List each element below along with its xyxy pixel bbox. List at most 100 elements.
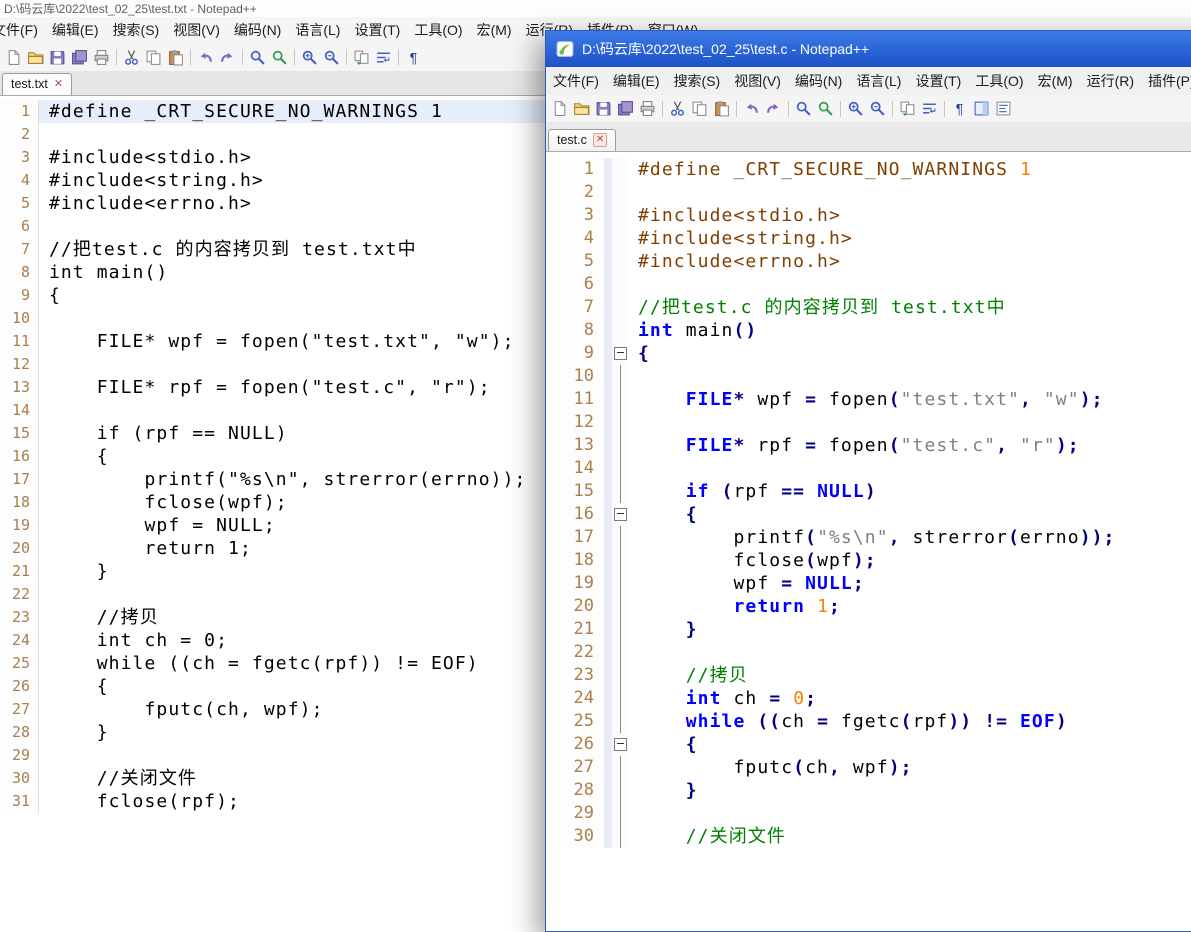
code-line[interactable]: 13 FILE* rpf = fopen("test.c", "r"); bbox=[546, 434, 1191, 457]
code-line[interactable]: 2 bbox=[546, 181, 1191, 204]
code-line[interactable]: 14 bbox=[546, 457, 1191, 480]
find-button[interactable] bbox=[793, 98, 814, 119]
zoom-out-button[interactable] bbox=[867, 98, 888, 119]
fg-menu-item[interactable]: 视图(V) bbox=[727, 67, 788, 95]
code-line[interactable]: 9{ bbox=[546, 342, 1191, 365]
fg-menu-item[interactable]: 文件(F) bbox=[546, 67, 606, 95]
zoom-out-button[interactable] bbox=[321, 47, 342, 68]
sync-scroll-v-button[interactable] bbox=[351, 47, 372, 68]
code-line[interactable]: 17 printf("%s\n", strerror(errno)); bbox=[546, 526, 1191, 549]
find-button[interactable] bbox=[247, 47, 268, 68]
cut-button[interactable] bbox=[667, 98, 688, 119]
code-line[interactable]: 4#include<string.h> bbox=[546, 227, 1191, 250]
open-folder-button[interactable] bbox=[571, 98, 592, 119]
code-line[interactable]: 1#define _CRT_SECURE_NO_WARNINGS 1 bbox=[546, 158, 1191, 181]
code-line[interactable]: 3#include<stdio.h> bbox=[546, 204, 1191, 227]
tab-test-txt[interactable]: test.txt ✕ bbox=[2, 73, 72, 95]
undo-button[interactable] bbox=[195, 47, 216, 68]
code-line[interactable]: 27 fputc(ch, wpf); bbox=[546, 756, 1191, 779]
code-text bbox=[628, 802, 1191, 825]
bg-menu-item[interactable]: 搜索(S) bbox=[106, 16, 167, 44]
doc-map-button[interactable] bbox=[971, 98, 992, 119]
code-line[interactable]: 30 //关闭文件 bbox=[546, 825, 1191, 848]
show-symbols-button[interactable]: ¶ bbox=[403, 47, 424, 68]
tab-close-icon[interactable]: ✕ bbox=[54, 79, 63, 90]
code-line[interactable]: 23 //拷贝 bbox=[546, 664, 1191, 687]
open-folder-button[interactable] bbox=[25, 47, 46, 68]
sync-scroll-v-button[interactable] bbox=[897, 98, 918, 119]
paste-button[interactable] bbox=[165, 47, 186, 68]
fg-menu-item[interactable]: 搜索(S) bbox=[667, 67, 728, 95]
zoom-in-button[interactable] bbox=[299, 47, 320, 68]
fg-menu-item[interactable]: 语言(L) bbox=[849, 67, 908, 95]
fg-menu-item[interactable]: 编辑(E) bbox=[606, 67, 667, 95]
find-replace-button[interactable] bbox=[815, 98, 836, 119]
code-line[interactable]: 15 if (rpf == NULL) bbox=[546, 480, 1191, 503]
print-button[interactable] bbox=[91, 47, 112, 68]
bg-menu-item[interactable]: 文件(F) bbox=[0, 16, 45, 44]
bg-menu-item[interactable]: 语言(L) bbox=[288, 16, 347, 44]
bg-menu-item[interactable]: 宏(M) bbox=[470, 16, 519, 44]
bg-menu-item[interactable]: 工具(O) bbox=[407, 16, 469, 44]
bg-menu-item[interactable]: 编码(N) bbox=[227, 16, 288, 44]
function-list-button[interactable] bbox=[993, 98, 1014, 119]
code-line[interactable]: 18 fclose(wpf); bbox=[546, 549, 1191, 572]
new-file-button[interactable] bbox=[549, 98, 570, 119]
code-line[interactable]: 19 wpf = NULL; bbox=[546, 572, 1191, 595]
bg-menu-item[interactable]: 视图(V) bbox=[166, 16, 227, 44]
save-button[interactable] bbox=[47, 47, 68, 68]
code-line[interactable]: 24 int ch = 0; bbox=[546, 687, 1191, 710]
code-line[interactable]: 26 { bbox=[546, 733, 1191, 756]
show-symbols-button[interactable]: ¶ bbox=[949, 98, 970, 119]
tab-test-c[interactable]: test.c ✕ bbox=[548, 129, 616, 151]
copy-button[interactable] bbox=[143, 47, 164, 68]
fold-toggle-icon[interactable] bbox=[614, 347, 627, 360]
code-line[interactable]: 7//把test.c 的内容拷贝到 test.txt中 bbox=[546, 296, 1191, 319]
code-line[interactable]: 22 bbox=[546, 641, 1191, 664]
print-button[interactable] bbox=[637, 98, 658, 119]
word-wrap-button[interactable] bbox=[373, 47, 394, 68]
save-all-button[interactable] bbox=[69, 47, 90, 68]
new-file-button[interactable] bbox=[3, 47, 24, 68]
fg-menu-item[interactable]: 宏(M) bbox=[1031, 67, 1080, 95]
fold-toggle-icon[interactable] bbox=[614, 508, 627, 521]
fg-menu-item[interactable]: 插件(P) bbox=[1141, 67, 1191, 95]
fg-window-titlebar[interactable]: D:\码云库\2022\test_02_25\test.c - Notepad+… bbox=[546, 31, 1191, 67]
redo-button[interactable] bbox=[763, 98, 784, 119]
code-line[interactable]: 20 return 1; bbox=[546, 595, 1191, 618]
code-line[interactable]: 11 FILE* wpf = fopen("test.txt", "w"); bbox=[546, 388, 1191, 411]
code-line[interactable]: 28 } bbox=[546, 779, 1191, 802]
code-line[interactable]: 5#include<errno.h> bbox=[546, 250, 1191, 273]
fg-menu-item[interactable]: 编码(N) bbox=[788, 67, 849, 95]
save-button[interactable] bbox=[593, 98, 614, 119]
line-number: 7 bbox=[0, 238, 39, 261]
word-wrap-button[interactable] bbox=[919, 98, 940, 119]
redo-button[interactable] bbox=[217, 47, 238, 68]
bg-window-titlebar[interactable]: D:\码云库\2022\test_02_25\test.txt - Notepa… bbox=[0, 0, 1191, 17]
bg-menu-item[interactable]: 编辑(E) bbox=[45, 16, 106, 44]
cut-button[interactable] bbox=[121, 47, 142, 68]
undo-button[interactable] bbox=[741, 98, 762, 119]
fg-code-editor[interactable]: 1#define _CRT_SECURE_NO_WARNINGS 123#inc… bbox=[546, 152, 1191, 931]
tab-close-icon[interactable]: ✕ bbox=[593, 133, 607, 147]
code-line[interactable]: 21 } bbox=[546, 618, 1191, 641]
fg-menu-item[interactable]: 设置(T) bbox=[908, 67, 968, 95]
copy-button[interactable] bbox=[689, 98, 710, 119]
fg-menu-item[interactable]: 工具(O) bbox=[968, 67, 1030, 95]
find-replace-button[interactable] bbox=[269, 47, 290, 68]
code-line[interactable]: 8int main() bbox=[546, 319, 1191, 342]
paste-button[interactable] bbox=[711, 98, 732, 119]
code-line[interactable]: 16 { bbox=[546, 503, 1191, 526]
code-line[interactable]: 25 while ((ch = fgetc(rpf)) != EOF) bbox=[546, 710, 1191, 733]
code-line[interactable]: 29 bbox=[546, 802, 1191, 825]
code-line[interactable]: 10 bbox=[546, 365, 1191, 388]
fold-toggle-icon[interactable] bbox=[614, 738, 627, 751]
bg-menu-item[interactable]: 设置(T) bbox=[347, 16, 407, 44]
find-icon bbox=[795, 100, 812, 117]
save-all-button[interactable] bbox=[615, 98, 636, 119]
code-line[interactable]: 6 bbox=[546, 273, 1191, 296]
zoom-in-button[interactable] bbox=[845, 98, 866, 119]
fg-menu-item[interactable]: 运行(R) bbox=[1080, 67, 1141, 95]
line-number: 2 bbox=[546, 181, 604, 204]
code-line[interactable]: 12 bbox=[546, 411, 1191, 434]
